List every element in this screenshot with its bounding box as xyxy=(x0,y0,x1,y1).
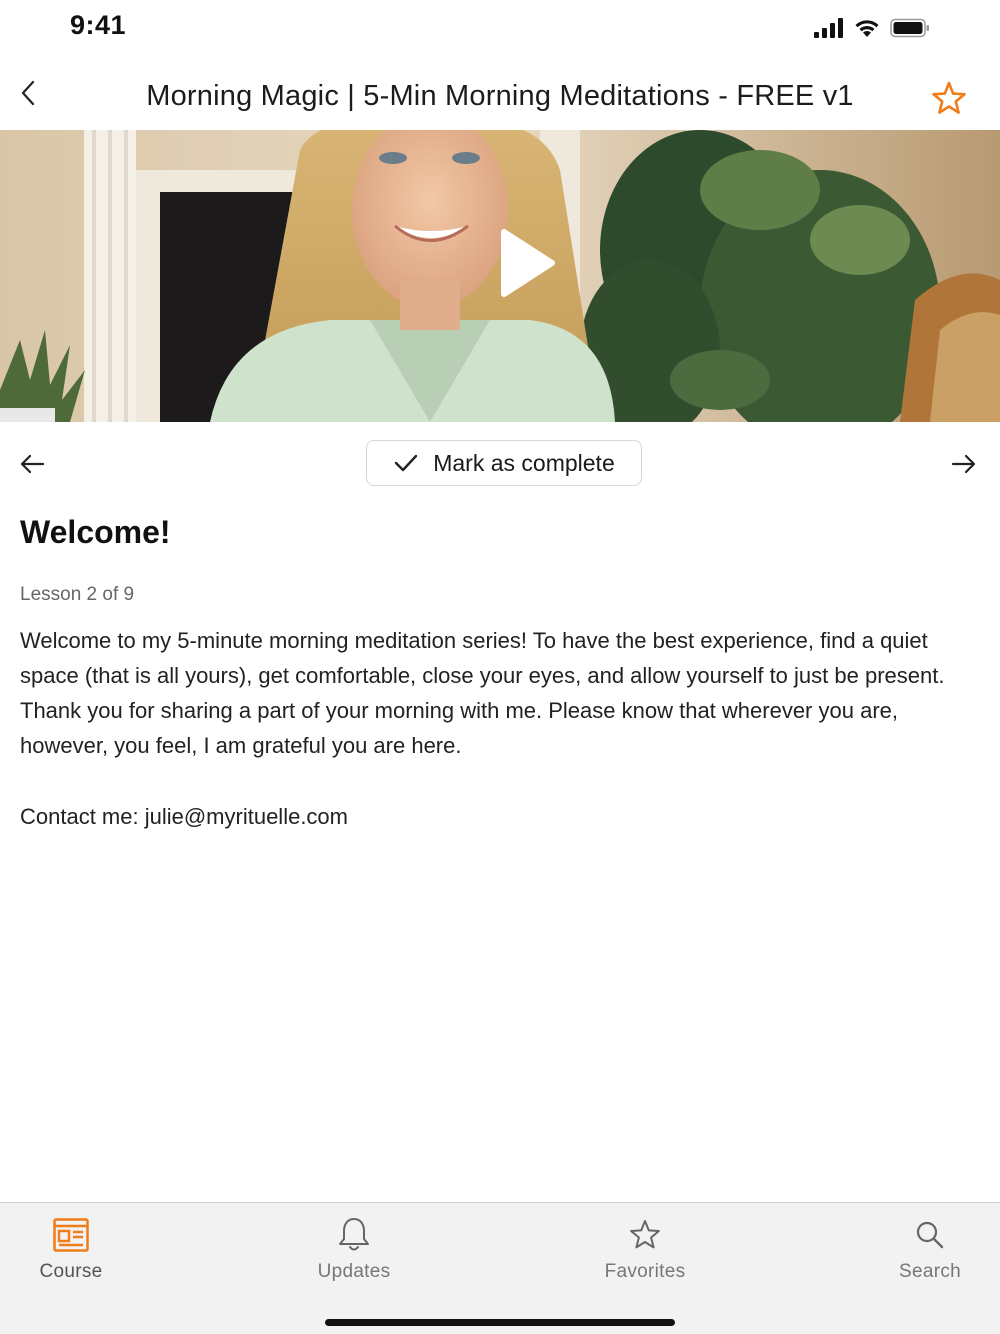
mark-complete-button[interactable]: Mark as complete xyxy=(366,440,642,486)
tab-favorites[interactable]: Favorites xyxy=(575,1215,715,1283)
wifi-icon xyxy=(855,20,879,37)
lesson-navigation: Mark as complete xyxy=(0,440,1000,488)
tab-updates[interactable]: Updates xyxy=(284,1215,424,1283)
previous-lesson-button[interactable] xyxy=(16,448,48,480)
status-bar: 9:41 xyxy=(0,0,1000,56)
tab-course[interactable]: Course xyxy=(1,1215,141,1283)
mark-complete-label: Mark as complete xyxy=(433,449,615,476)
course-title: Morning Magic | 5-Min Morning Meditation… xyxy=(146,80,854,112)
tab-search-label: Search xyxy=(898,1261,961,1282)
status-time: 9:41 xyxy=(70,10,127,40)
battery-icon xyxy=(890,18,929,38)
back-button[interactable] xyxy=(12,76,46,110)
arrow-left-icon xyxy=(20,454,45,474)
tab-favorites-label: Favorites xyxy=(604,1261,686,1282)
lesson-progress: Lesson 2 of 9 xyxy=(20,584,135,605)
favorite-button[interactable] xyxy=(930,80,968,118)
tab-course-label: Course xyxy=(39,1261,103,1282)
course-icon xyxy=(53,1218,89,1252)
search-icon xyxy=(916,1221,944,1249)
play-icon[interactable] xyxy=(496,228,556,298)
tab-search[interactable]: Search xyxy=(860,1215,1000,1283)
home-indicator xyxy=(325,1319,675,1326)
lesson-header: Morning Magic | 5-Min Morning Meditation… xyxy=(0,60,1000,130)
tab-bar: Course Updates Favorites Search xyxy=(0,1202,1000,1334)
checkmark-icon xyxy=(395,454,418,472)
bell-icon xyxy=(339,1218,369,1251)
status-icons xyxy=(814,18,930,38)
star-outline-icon xyxy=(932,81,966,114)
tab-updates-label: Updates xyxy=(317,1261,391,1282)
next-lesson-button[interactable] xyxy=(948,448,980,480)
arrow-right-icon xyxy=(951,454,976,474)
star-icon xyxy=(630,1220,660,1249)
lesson-title: Welcome! xyxy=(20,514,171,550)
lesson-contact: Contact me: julie@myrituelle.com xyxy=(20,804,348,829)
chevron-left-icon xyxy=(21,80,35,106)
signal-icon xyxy=(814,18,843,38)
lesson-description: Welcome to my 5-minute morning meditatio… xyxy=(20,628,945,758)
video-player[interactable] xyxy=(0,130,1000,422)
